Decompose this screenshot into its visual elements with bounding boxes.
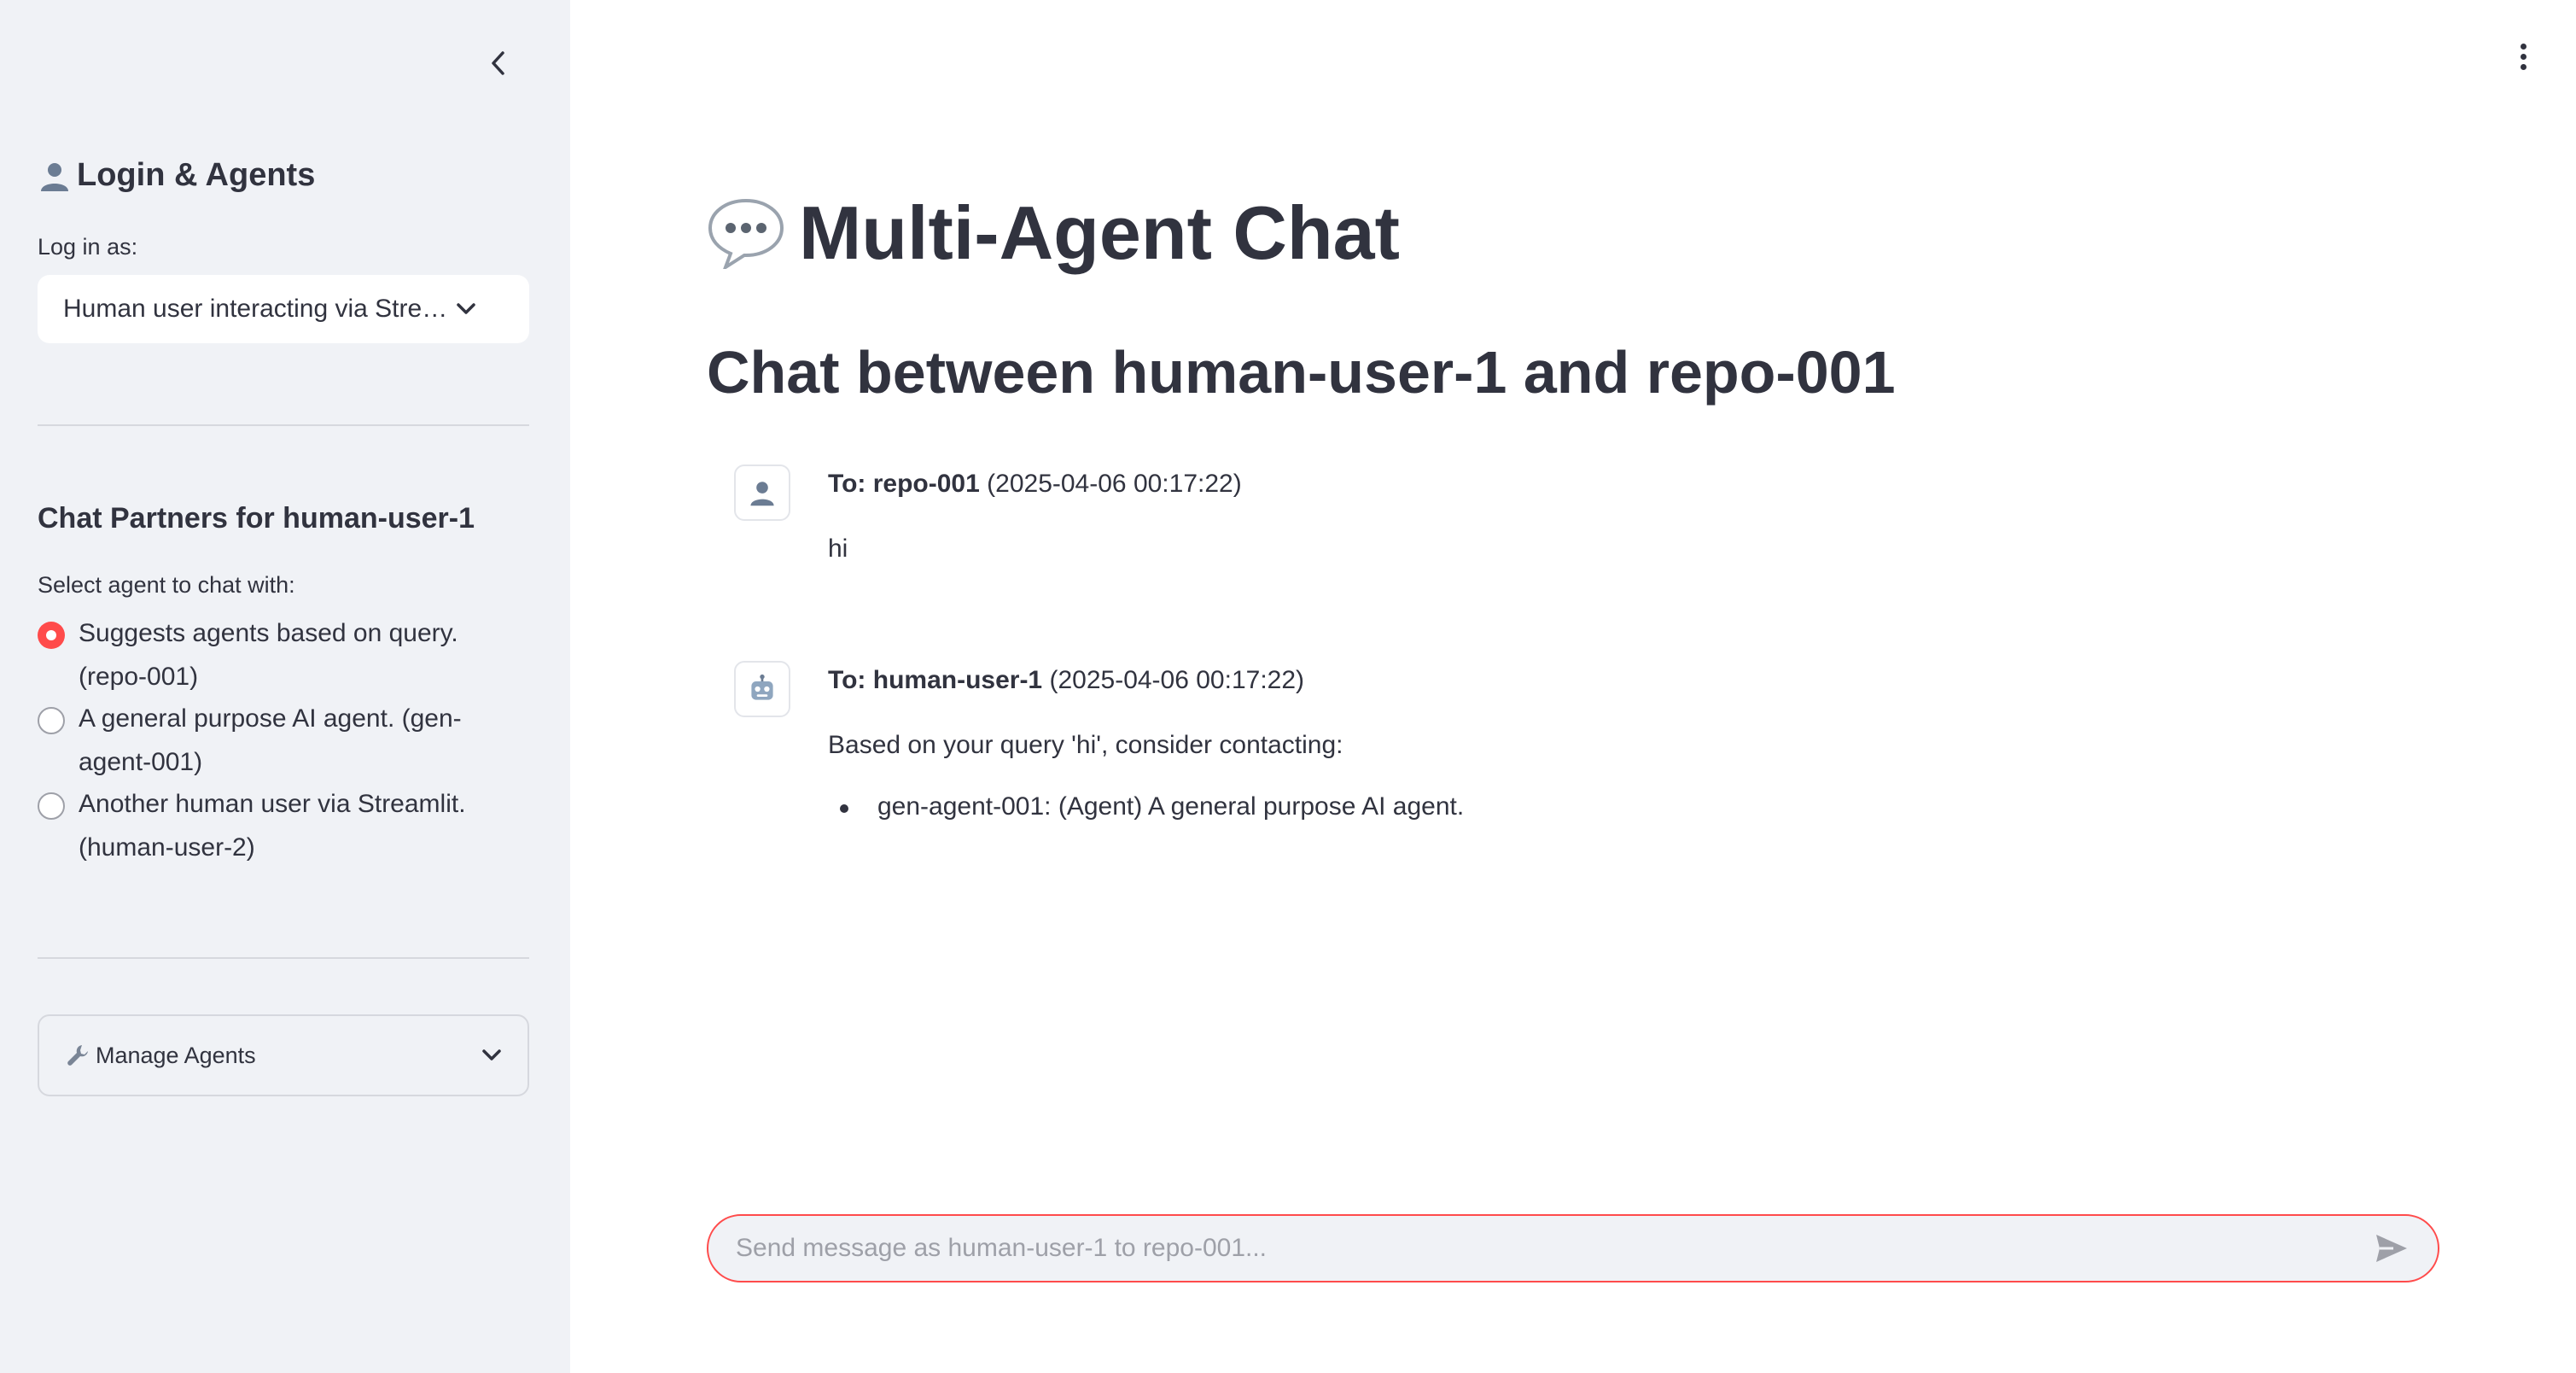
speech-bubble-icon (708, 198, 784, 269)
main-content: Multi-Agent Chat Chat between human-user… (570, 0, 2576, 1373)
message-recipient: To: repo-001 (828, 470, 980, 498)
login-label: Log in as: (38, 234, 138, 260)
message-list: gen-agent-001: (Agent) A general purpose… (828, 792, 2194, 821)
wrench-icon (67, 1045, 88, 1066)
sidebar-heading-text: Login & Agents (77, 157, 316, 193)
message-header: To: human-user-1 (2025-04-06 00:17:22) (828, 661, 2194, 700)
chat-input[interactable] (736, 1234, 2373, 1263)
send-button[interactable] (2373, 1230, 2410, 1267)
message-text: Based on your query 'hi', consider conta… (828, 731, 1343, 759)
login-select[interactable]: Human user interacting via Stre… (38, 275, 529, 343)
chat-subtitle: Chat between human-user-1 and repo-001 (707, 339, 1896, 406)
agent-option-label: Another human user via Streamlit. (human… (79, 790, 466, 862)
list-item: gen-agent-001: (Agent) A general purpose… (840, 792, 2194, 821)
sidebar: Login & Agents Log in as: Human user int… (0, 0, 570, 1373)
menu-dot (2520, 43, 2526, 50)
menu-dot (2520, 53, 2526, 60)
agent-option-human-user-2[interactable]: Another human user via Streamlit. (human… (38, 787, 529, 869)
agent-option-repo-001[interactable]: Suggests agents based on query. (repo-00… (38, 616, 529, 698)
message-text: hi (828, 535, 848, 563)
message-timestamp: (2025-04-06 00:17:22) (1049, 666, 1305, 694)
user-icon (750, 482, 774, 506)
message-recipient: To: human-user-1 (828, 666, 1043, 694)
radio-unchecked-icon[interactable] (38, 707, 65, 734)
message-body: To: human-user-1 (2025-04-06 00:17:22) B… (828, 661, 2194, 821)
sidebar-heading: Login & Agents (38, 157, 315, 194)
collapse-sidebar-button[interactable] (480, 44, 517, 82)
chat-partners-heading: Chat Partners for human-user-1 (38, 502, 475, 535)
sidebar-divider (38, 957, 529, 959)
radio-unchecked-icon[interactable] (38, 792, 65, 820)
message-timestamp: (2025-04-06 00:17:22) (987, 470, 1242, 498)
app: Login & Agents Log in as: Human user int… (0, 0, 2576, 1373)
manage-agents-label: Manage Agents (96, 1042, 256, 1068)
sidebar-divider (38, 424, 529, 426)
select-agent-label: Select agent to chat with: (38, 572, 295, 598)
user-icon (41, 162, 68, 191)
agent-option-gen-agent-001[interactable]: A general purpose AI agent. (gen-agent-0… (38, 702, 529, 784)
chevron-left-icon (492, 51, 504, 75)
send-icon (2376, 1235, 2407, 1262)
menu-dot (2520, 63, 2526, 70)
chevron-down-icon (482, 1049, 501, 1060)
manage-agents-expander[interactable]: Manage Agents (38, 1014, 529, 1096)
main-menu-button[interactable] (2504, 38, 2542, 75)
agent-radio-group: Suggests agents based on query. (repo-00… (38, 616, 529, 873)
chat-input-bar (707, 1214, 2439, 1282)
message-avatar (734, 661, 790, 717)
agent-option-label: A general purpose AI agent. (gen-agent-0… (79, 704, 462, 776)
message-body: To: repo-001 (2025-04-06 00:17:22) hi (828, 464, 2194, 564)
message-avatar (734, 464, 790, 521)
page-title-text: Multi-Agent Chat (799, 190, 1400, 275)
chevron-down-icon (457, 303, 475, 314)
message-header: To: repo-001 (2025-04-06 00:17:22) (828, 464, 2194, 504)
login-select-value: Human user interacting via Stre… (63, 295, 448, 323)
robot-icon (751, 674, 773, 700)
agent-option-label: Suggests agents based on query. (repo-00… (79, 619, 458, 691)
radio-checked-icon[interactable] (38, 622, 65, 649)
page-title: Multi-Agent Chat (707, 190, 1400, 277)
manage-agents-label-wrap: Manage Agents (65, 1043, 481, 1069)
